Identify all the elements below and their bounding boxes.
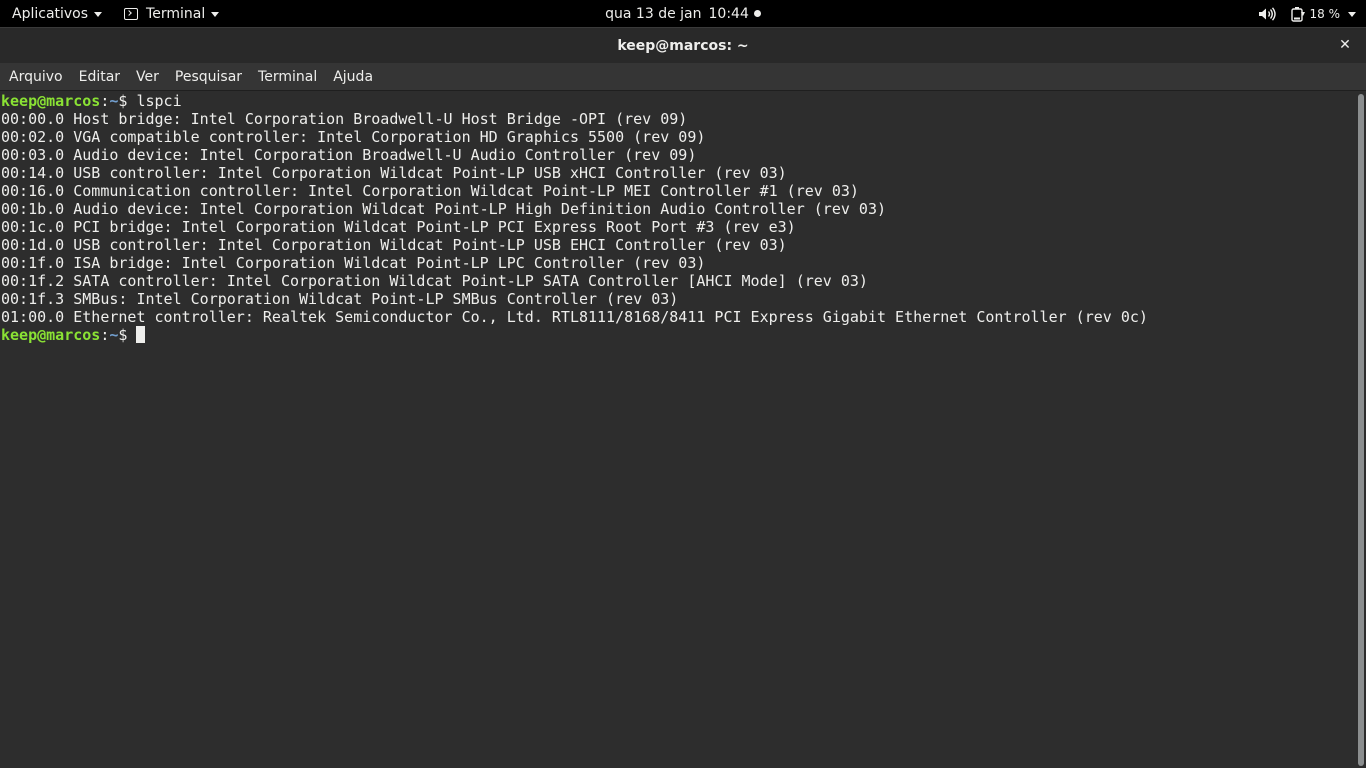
app-menu-label: Terminal xyxy=(146,5,206,22)
output-line: 00:03.0 Audio device: Intel Corporation … xyxy=(1,146,697,164)
menu-item-arquivo[interactable]: Arquivo xyxy=(1,63,71,91)
output-line: 00:16.0 Communication controller: Intel … xyxy=(1,182,859,200)
menu-item-ver[interactable]: Ver xyxy=(128,63,167,91)
menu-item-editar[interactable]: Editar xyxy=(71,63,128,91)
chevron-down-icon xyxy=(211,11,220,17)
scrollbar-thumb[interactable] xyxy=(1358,94,1364,766)
app-menu-button[interactable]: Terminal xyxy=(112,0,229,27)
activities-button[interactable]: Aplicativos xyxy=(0,0,112,27)
top-bar: Aplicativos Terminal qua 13 de jan 10:44 xyxy=(0,0,1366,27)
window-header: keep@marcos: ~ ✕ xyxy=(0,27,1366,63)
clock-time: 10:44 xyxy=(708,5,749,22)
output-line: 01:00.0 Ethernet controller: Realtek Sem… xyxy=(1,308,1148,326)
menu-item-terminal[interactable]: Terminal xyxy=(250,63,325,91)
terminal-view[interactable]: keep@marcos:~$ lspci 00:00.0 Host bridge… xyxy=(0,91,1356,768)
battery-icon xyxy=(1290,6,1305,22)
chevron-down-icon xyxy=(94,11,103,17)
terminal-icon xyxy=(124,7,139,20)
prompt-line[interactable]: keep@marcos:~$ xyxy=(1,326,1148,344)
prompt-user: keep@marcos xyxy=(1,92,101,110)
prompt-symbol: $ xyxy=(118,92,137,110)
system-menu-button[interactable]: 18 % xyxy=(1258,0,1366,27)
volume-icon xyxy=(1258,6,1276,21)
battery-percent: 18 % xyxy=(1309,6,1341,21)
menu-bar: Arquivo Editar Ver Pesquisar Terminal Aj… xyxy=(0,63,1366,91)
output-line: 00:1f.3 SMBus: Intel Corporation Wildcat… xyxy=(1,290,679,308)
output-line: 00:1f.0 ISA bridge: Intel Corporation Wi… xyxy=(1,254,706,272)
close-icon[interactable]: ✕ xyxy=(1336,36,1354,54)
top-bar-left: Aplicativos Terminal xyxy=(0,0,229,27)
output-line: 00:1c.0 PCI bridge: Intel Corporation Wi… xyxy=(1,218,796,236)
prompt-symbol: $ xyxy=(118,326,137,344)
menu-item-ajuda[interactable]: Ajuda xyxy=(325,63,381,91)
output-line: 00:1f.2 SATA controller: Intel Corporati… xyxy=(1,272,868,290)
command-text: lspci xyxy=(136,92,182,110)
command-line: keep@marcos:~$ lspci xyxy=(1,92,1148,110)
output-line: 00:02.0 VGA compatible controller: Intel… xyxy=(1,128,706,146)
chevron-down-icon xyxy=(1348,11,1356,17)
window-title: keep@marcos: ~ xyxy=(617,37,749,54)
prompt-user: keep@marcos xyxy=(1,326,101,344)
clock-date: qua 13 de jan xyxy=(605,5,702,22)
output-line: 00:14.0 USB controller: Intel Corporatio… xyxy=(1,164,787,182)
terminal-scrollbar[interactable] xyxy=(1356,91,1366,768)
menu-item-pesquisar[interactable]: Pesquisar xyxy=(167,63,250,91)
clock-button[interactable]: qua 13 de jan 10:44 xyxy=(605,6,761,22)
terminal-lines: keep@marcos:~$ lspci 00:00.0 Host bridge… xyxy=(1,92,1148,344)
text-cursor xyxy=(136,326,146,343)
output-line: 00:1b.0 Audio device: Intel Corporation … xyxy=(1,200,887,218)
notification-dot-icon xyxy=(753,10,761,17)
activities-label: Aplicativos xyxy=(12,5,89,22)
output-line: 00:00.0 Host bridge: Intel Corporation B… xyxy=(1,110,688,128)
output-line: 00:1d.0 USB controller: Intel Corporatio… xyxy=(1,236,787,254)
